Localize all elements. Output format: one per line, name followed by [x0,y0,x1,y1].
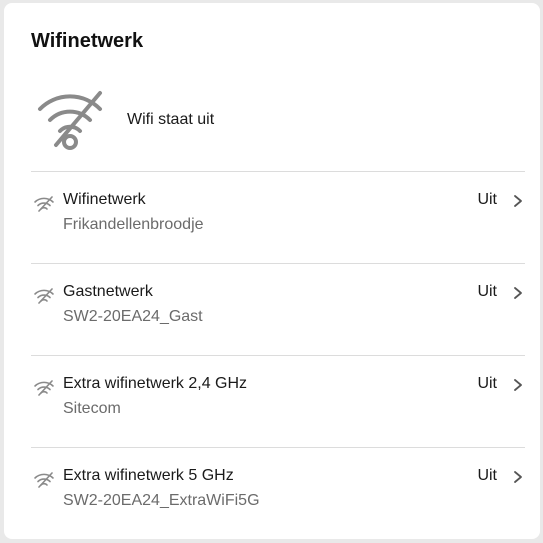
chevron-right-icon [514,287,522,299]
wifi-status: Wifi staat uit [31,89,511,153]
network-item-wifinetwerk[interactable]: Wifinetwerk Frikandellenbroodje Uit [31,171,525,263]
panel-title: Wifinetwerk [31,30,144,52]
wifi-off-icon [34,380,54,396]
chevron-right-icon [514,195,522,207]
network-item-gastnetwerk[interactable]: Gastnetwerk SW2-20EA24_Gast Uit [31,263,525,355]
wifi-off-icon [34,196,54,212]
network-name: Extra wifinetwerk 2,4 GHz [63,375,248,392]
wifi-off-icon [34,472,54,488]
network-list: Wifinetwerk Frikandellenbroodje Uit Gast… [31,171,525,539]
network-state: Uit [477,191,497,208]
wifi-off-icon [38,91,102,150]
wifi-status-text: Wifi staat uit [127,111,215,128]
network-state: Uit [477,283,497,300]
wifi-off-icon [34,288,54,304]
network-name: Wifinetwerk [63,191,146,208]
network-state: Uit [477,375,497,392]
network-item-extra-24ghz[interactable]: Extra wifinetwerk 2,4 GHz Sitecom Uit [31,355,525,447]
network-ssid: Frikandellenbroodje [63,216,204,233]
network-state: Uit [477,467,497,484]
network-ssid: SW2-20EA24_ExtraWiFi5G [63,492,260,509]
network-name: Extra wifinetwerk 5 GHz [63,467,234,484]
chevron-right-icon [514,471,522,483]
chevron-right-icon [514,379,522,391]
network-name: Gastnetwerk [63,283,153,300]
network-ssid: Sitecom [63,400,121,417]
network-ssid: SW2-20EA24_Gast [63,308,203,325]
wifi-network-panel: Wifinetwerk Wifi staat uit Wifinetwerk F… [4,3,540,539]
network-item-extra-5ghz[interactable]: Extra wifinetwerk 5 GHz SW2-20EA24_Extra… [31,447,525,539]
